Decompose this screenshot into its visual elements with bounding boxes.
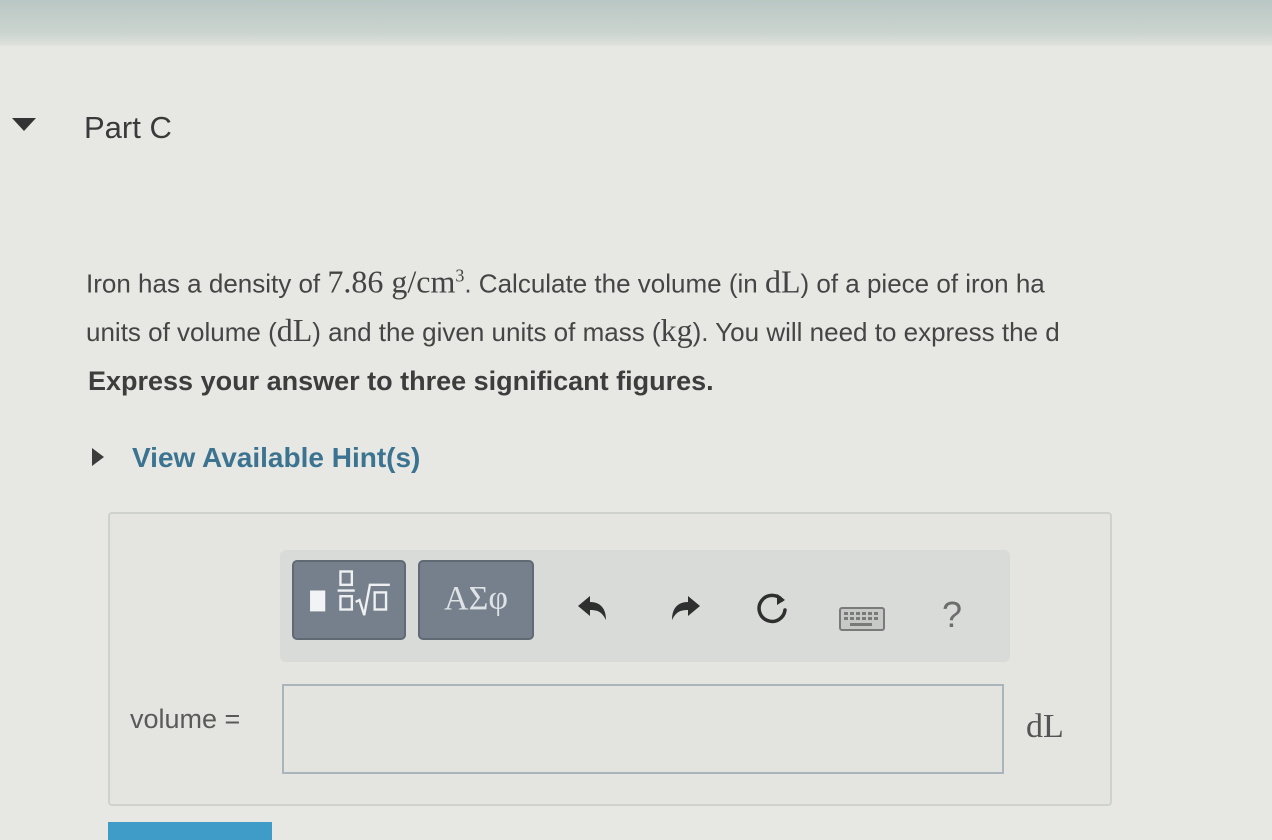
keyboard-icon bbox=[839, 607, 885, 631]
templates-icon bbox=[310, 570, 390, 616]
answer-input[interactable] bbox=[284, 686, 1002, 772]
part-title: Part C bbox=[84, 110, 172, 145]
greek-symbols-label: ΑΣφ bbox=[444, 580, 508, 617]
redo-button[interactable] bbox=[664, 588, 708, 632]
question-text: Iron has a density of 7.86 g/cm3. Calcul… bbox=[86, 252, 1272, 355]
expand-arrow-icon bbox=[92, 448, 104, 466]
top-header-band bbox=[0, 0, 1272, 46]
reset-icon bbox=[757, 593, 787, 624]
help-button[interactable]: ? bbox=[930, 594, 974, 638]
submit-button[interactable] bbox=[108, 822, 272, 840]
question-line-1: Iron has a density of 7.86 g/cm3. Calcul… bbox=[86, 263, 1045, 300]
reset-button[interactable] bbox=[750, 588, 794, 632]
answer-input-box[interactable] bbox=[282, 684, 1004, 774]
density-value: 7.86 bbox=[327, 263, 384, 300]
greek-symbols-button[interactable]: ΑΣφ bbox=[418, 560, 534, 640]
answer-instruction: Express your answer to three significant… bbox=[88, 366, 714, 396]
answer-unit-label: dL bbox=[1026, 708, 1064, 745]
collapse-caret-icon[interactable] bbox=[12, 118, 36, 131]
redo-icon bbox=[672, 596, 700, 620]
undo-icon bbox=[578, 596, 606, 620]
view-hints-link[interactable]: View Available Hint(s) bbox=[132, 442, 420, 474]
keyboard-shortcuts-button[interactable] bbox=[838, 604, 886, 634]
templates-button[interactable] bbox=[292, 560, 406, 640]
help-icon: ? bbox=[941, 594, 963, 635]
question-line-2: units of volume (dL) and the given units… bbox=[86, 311, 1060, 348]
undo-button[interactable] bbox=[570, 588, 614, 632]
answer-variable-label: volume = bbox=[130, 704, 241, 734]
